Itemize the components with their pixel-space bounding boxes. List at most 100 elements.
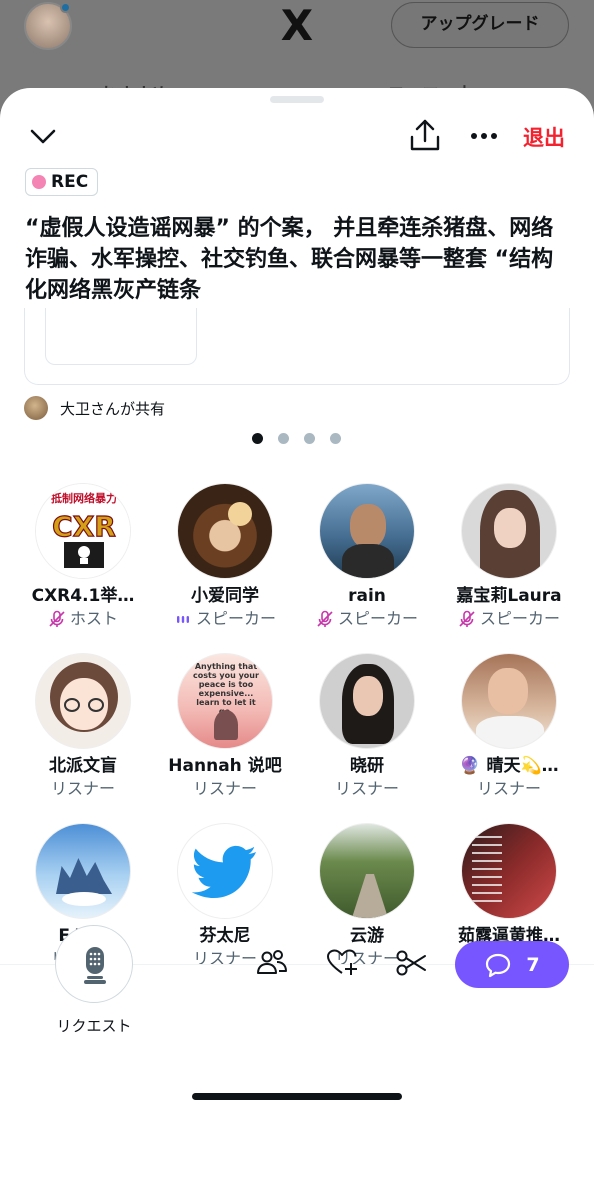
road-shape xyxy=(350,874,390,918)
participant-avatar xyxy=(177,483,273,579)
sharer-avatar xyxy=(24,396,48,420)
pinned-post-media xyxy=(45,308,197,365)
face-shape xyxy=(494,508,526,548)
poster-text-lines xyxy=(472,836,502,906)
participant-name: 北派文盲 xyxy=(49,756,117,776)
participant-role: リスナー xyxy=(438,778,580,800)
participant-name: 云游 xyxy=(350,926,384,946)
cxr-main-text: CXR xyxy=(52,510,116,543)
comment-bubble-icon xyxy=(486,953,511,977)
participant-avatar: 抵制网络暴力 CXR xyxy=(35,483,131,579)
city-silhouette xyxy=(56,858,112,894)
participant-avatar xyxy=(461,483,557,579)
participant-role-label: スピーカー xyxy=(195,609,276,628)
participant[interactable]: 🔮 晴天💫… リスナー xyxy=(438,653,580,800)
participant-role: ホスト xyxy=(12,608,154,630)
muted-mic-icon xyxy=(459,610,475,627)
pinned-post-card[interactable] xyxy=(24,308,570,385)
cloud-shape xyxy=(62,892,106,906)
space-title: “虚假人设造谣网暴” 的个案， 并且牵连杀猪盘、网络诈骗、水军操控、社交钓鱼、联… xyxy=(25,216,554,303)
participant[interactable]: 小爱同学 スピーカー xyxy=(154,483,296,630)
participant-role: スピーカー xyxy=(438,608,580,630)
participant-role-label: スピーカー xyxy=(479,609,560,628)
flower-decoration xyxy=(228,502,252,526)
page-dot[interactable] xyxy=(330,433,341,444)
page-dot[interactable] xyxy=(304,433,315,444)
participant-avatar xyxy=(35,653,131,749)
participants-grid: 抵制网络暴力 CXR CXR4.1举… ホスト 小爱同学 スピーカー rain … xyxy=(0,483,594,983)
glasses-right xyxy=(88,698,104,712)
participant[interactable]: 北派文盲 リスナー xyxy=(12,653,154,800)
participant-name: 🔮 晴天💫… xyxy=(459,756,559,776)
twitter-bird-icon xyxy=(191,845,256,898)
page-indicator xyxy=(252,433,341,444)
space-top-bar: 退出 xyxy=(0,116,594,160)
plate-shape xyxy=(476,716,544,748)
participant-role-label: リスナー xyxy=(192,949,257,968)
participant-name: rain xyxy=(348,586,386,606)
page-dot[interactable] xyxy=(252,433,263,444)
heart-plus-icon[interactable] xyxy=(325,946,359,980)
participant-role-label: リスナー xyxy=(334,779,399,798)
comment-count: 7 xyxy=(526,953,540,976)
participant-role-label: ホスト xyxy=(69,609,118,628)
participant-avatar xyxy=(319,823,415,919)
participant-avatar xyxy=(35,823,131,919)
shared-by-text: 大卫さんが共有 xyxy=(60,399,166,418)
participant-name: Hannah 说吧 xyxy=(168,756,282,776)
request-mic-button[interactable] xyxy=(55,925,133,1003)
scissors-icon[interactable] xyxy=(394,946,428,980)
space-sheet: 退出 REC “虚假人设造谣网暴” 的个案， 并且牵连杀猪盘、网络诈骗、水军操控… xyxy=(0,88,594,1200)
chevron-down-icon[interactable] xyxy=(28,122,58,152)
share-icon[interactable] xyxy=(408,118,442,154)
participant-avatar xyxy=(319,483,415,579)
participant-role-label: リスナー xyxy=(192,779,257,798)
participant-role: スピーカー xyxy=(154,608,296,630)
participant-avatar xyxy=(319,653,415,749)
muted-mic-icon xyxy=(49,610,65,627)
x-logo-icon: X xyxy=(280,1,314,50)
shared-by-row: 大卫さんが共有 xyxy=(24,396,165,420)
recording-dot-icon xyxy=(32,175,46,189)
page-dot[interactable] xyxy=(278,433,289,444)
sheet-grabber[interactable] xyxy=(270,96,324,103)
notification-dot xyxy=(60,2,71,13)
face-shape xyxy=(350,504,386,548)
more-options-icon[interactable] xyxy=(466,120,502,152)
face-shape xyxy=(353,676,383,716)
participant-role: リスナー xyxy=(12,778,154,800)
quote-text: Anything that costs you your peace is to… xyxy=(193,662,259,716)
home-indicator[interactable] xyxy=(192,1093,402,1100)
request-label: リクエスト xyxy=(56,1017,132,1035)
muted-mic-icon xyxy=(317,610,333,627)
glasses-left xyxy=(64,698,80,712)
microphone-icon xyxy=(84,947,106,984)
participant-name: 小爱同学 xyxy=(191,586,259,606)
participant-role: リスナー xyxy=(154,778,296,800)
participant[interactable]: Anything that costs you your peace is to… xyxy=(154,653,296,800)
participant[interactable]: rain スピーカー xyxy=(296,483,438,630)
people-icon[interactable] xyxy=(255,946,289,980)
cxr-logo-image: 抵制网络暴力 CXR xyxy=(36,484,130,578)
participant-avatar xyxy=(461,823,557,919)
participant[interactable]: 抵制网络暴力 CXR CXR4.1举… ホスト xyxy=(12,483,154,630)
meditating-figure xyxy=(214,710,238,740)
participant-avatar: Anything that costs you your peace is to… xyxy=(177,653,273,749)
participant-name: 芬太尼 xyxy=(199,926,251,946)
recording-label: REC xyxy=(51,172,89,192)
participant-name: CXR4.1举… xyxy=(31,586,135,606)
participant-avatar xyxy=(177,823,273,919)
participant-name: 晓研 xyxy=(350,756,384,776)
shirt-shape xyxy=(342,544,394,578)
participant[interactable]: 晓研 リスナー xyxy=(296,653,438,800)
comments-button[interactable]: 7 xyxy=(455,941,569,988)
leave-button[interactable]: 退出 xyxy=(523,122,565,152)
participant-role: スピーカー xyxy=(296,608,438,630)
participant-role-label: リスナー xyxy=(476,779,541,798)
upgrade-button[interactable]: アップグレード xyxy=(391,2,569,48)
participant-name: 嘉宝莉Laura xyxy=(456,586,562,606)
participant[interactable]: 嘉宝莉Laura スピーカー xyxy=(438,483,580,630)
face-shape xyxy=(488,668,528,714)
participant-role-label: スピーカー xyxy=(337,609,418,628)
recording-badge: REC xyxy=(25,168,99,196)
